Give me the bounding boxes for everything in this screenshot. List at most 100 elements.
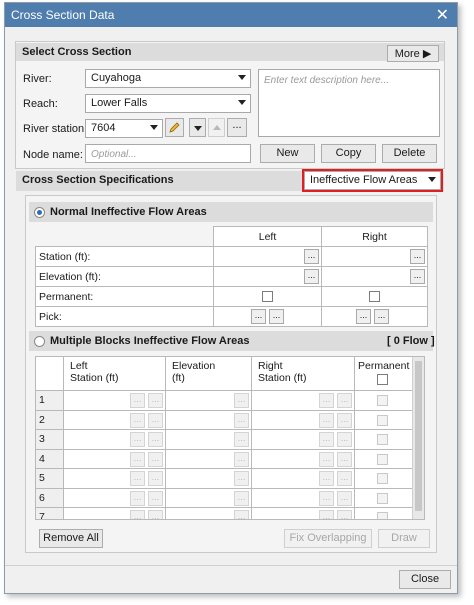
browse-button[interactable]: ... (148, 451, 163, 467)
right-station-cell[interactable]: ... (321, 246, 428, 267)
multiple-blocks-radio[interactable] (34, 336, 45, 347)
browse-button[interactable]: ... (319, 432, 334, 447)
station-browse-button[interactable]: ... (227, 118, 247, 137)
permanent-checkbox[interactable] (377, 473, 388, 484)
browse-button[interactable]: ... (130, 393, 145, 408)
delete-button[interactable]: Delete (382, 144, 437, 163)
vertical-scrollbar[interactable] (412, 357, 424, 519)
right-station-cell[interactable]: ...... (251, 507, 355, 519)
close-icon[interactable]: ✕ (436, 5, 449, 25)
permanent-checkbox[interactable] (377, 492, 388, 504)
pick-button[interactable]: ... (269, 309, 284, 324)
left-elevation-cell[interactable]: ... (213, 266, 322, 287)
browse-button[interactable]: ... (234, 432, 249, 447)
browse-button[interactable]: ... (319, 451, 334, 467)
specification-type-select[interactable]: Ineffective Flow Areas (304, 171, 441, 190)
reach-combo[interactable]: Lower Falls (85, 94, 251, 113)
left-station-cell[interactable]: ...... (63, 448, 166, 469)
left-permanent-checkbox[interactable] (262, 291, 273, 302)
pick-button[interactable]: ... (374, 309, 389, 324)
browse-button[interactable]: ... (234, 451, 249, 467)
browse-button[interactable]: ... (148, 412, 163, 428)
new-button[interactable]: New (260, 144, 315, 163)
browse-button[interactable]: ... (337, 510, 352, 519)
browse-button[interactable]: ... (130, 451, 145, 467)
browse-button[interactable]: ... (304, 269, 319, 284)
left-station-cell[interactable]: ...... (63, 390, 166, 411)
left-station-cell[interactable]: ...... (63, 429, 166, 450)
node-name-field[interactable]: Optional... (85, 144, 251, 163)
permanent-checkbox[interactable] (377, 434, 388, 445)
river-combo[interactable]: Cuyahoga (85, 69, 251, 88)
right-station-cell[interactable]: ...... (251, 390, 355, 411)
browse-button[interactable]: ... (319, 510, 334, 519)
permanent-checkbox[interactable] (377, 395, 388, 406)
browse-button[interactable]: ... (234, 393, 249, 408)
elevation-cell[interactable]: ... (165, 507, 252, 519)
browse-button[interactable]: ... (304, 249, 319, 264)
browse-button[interactable]: ... (148, 471, 163, 486)
river-station-combo[interactable]: 7604 (85, 119, 163, 138)
more-button[interactable]: More ▶ (387, 45, 439, 62)
browse-button[interactable]: ... (148, 510, 163, 519)
draw-button[interactable]: Draw (378, 529, 430, 548)
right-station-cell[interactable]: ...... (251, 487, 355, 508)
station-up-button[interactable] (208, 118, 225, 137)
elevation-cell[interactable]: ... (165, 487, 252, 508)
browse-button[interactable]: ... (130, 432, 145, 447)
browse-button[interactable]: ... (410, 269, 425, 284)
left-station-cell[interactable]: ...... (63, 487, 166, 508)
browse-button[interactable]: ... (130, 471, 145, 486)
browse-button[interactable]: ... (319, 471, 334, 486)
browse-button[interactable]: ... (337, 451, 352, 467)
edit-station-button[interactable] (165, 118, 184, 137)
left-station-cell[interactable]: ...... (63, 468, 166, 489)
pick-button[interactable]: ... (251, 309, 266, 324)
browse-button[interactable]: ... (234, 490, 249, 506)
browse-button[interactable]: ... (337, 412, 352, 428)
browse-button[interactable]: ... (234, 510, 249, 519)
browse-button[interactable]: ... (337, 432, 352, 447)
permanent-checkbox[interactable] (377, 453, 388, 465)
elevation-cell[interactable]: ... (165, 448, 252, 469)
browse-button[interactable]: ... (130, 510, 145, 519)
permanent-checkbox[interactable] (377, 414, 388, 426)
right-station-cell[interactable]: ...... (251, 468, 355, 489)
close-button[interactable]: Close (399, 570, 451, 589)
left-station-cell[interactable]: ... (213, 246, 322, 267)
browse-button[interactable]: ... (130, 412, 145, 428)
right-station-cell[interactable]: ...... (251, 448, 355, 469)
browse-button[interactable]: ... (319, 393, 334, 408)
permanent-all-checkbox[interactable] (377, 374, 388, 385)
elevation-cell[interactable]: ... (165, 429, 252, 450)
browse-button[interactable]: ... (130, 490, 145, 506)
scrollbar-thumb[interactable] (415, 361, 422, 511)
browse-button[interactable]: ... (319, 490, 334, 506)
browse-button[interactable]: ... (410, 249, 425, 264)
browse-button[interactable]: ... (337, 471, 352, 486)
browse-button[interactable]: ... (337, 393, 352, 408)
browse-button[interactable]: ... (148, 393, 163, 408)
left-station-cell[interactable]: ...... (63, 507, 166, 519)
description-textarea[interactable]: Enter text description here... (258, 69, 440, 137)
right-elevation-cell[interactable]: ... (321, 266, 428, 287)
browse-button[interactable]: ... (148, 432, 163, 447)
right-permanent-checkbox[interactable] (369, 291, 380, 302)
normal-ineffective-radio[interactable] (34, 207, 45, 218)
remove-all-button[interactable]: Remove All (39, 529, 103, 548)
elevation-cell[interactable]: ... (165, 409, 252, 430)
browse-button[interactable]: ... (234, 412, 249, 428)
browse-button[interactable]: ... (148, 490, 163, 506)
fix-overlapping-button[interactable]: Fix Overlapping (284, 529, 372, 548)
browse-button[interactable]: ... (319, 412, 334, 428)
browse-button[interactable]: ... (234, 471, 249, 486)
copy-button[interactable]: Copy (321, 144, 376, 163)
right-station-cell[interactable]: ...... (251, 409, 355, 430)
permanent-checkbox[interactable] (377, 512, 388, 519)
right-station-cell[interactable]: ...... (251, 429, 355, 450)
browse-button[interactable]: ... (337, 490, 352, 506)
elevation-cell[interactable]: ... (165, 468, 252, 489)
pick-button[interactable]: ... (356, 309, 371, 324)
station-dropdown-button[interactable] (189, 118, 206, 137)
left-station-cell[interactable]: ...... (63, 409, 166, 430)
